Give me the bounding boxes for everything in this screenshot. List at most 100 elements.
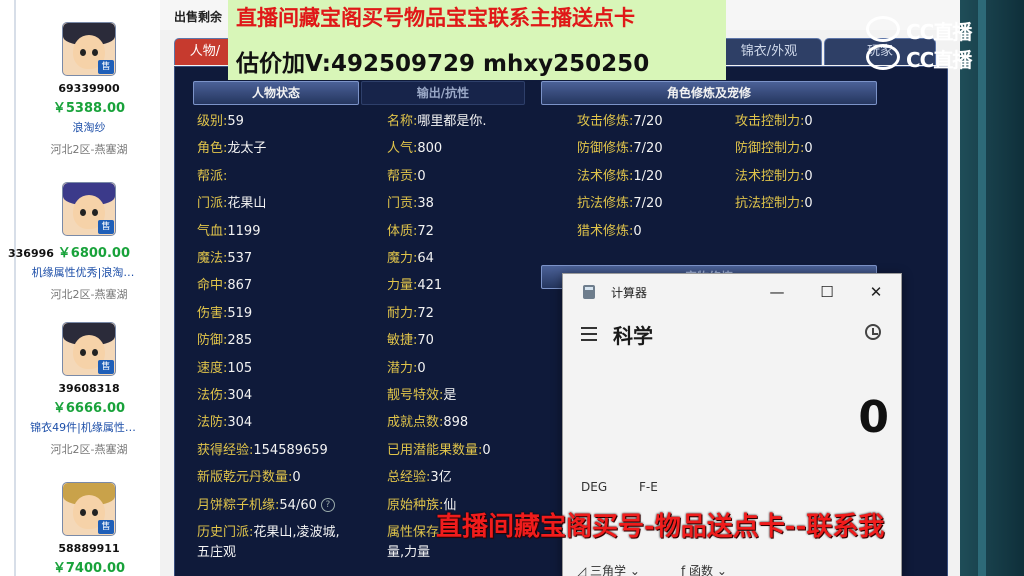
stat-label: 已用潜能果数量: [387, 442, 483, 458]
stat-row: 法术控制力:0 [735, 168, 813, 186]
sidebar-divider [14, 0, 16, 576]
stat-value: 哪里都是你. [417, 114, 487, 129]
minimize-button[interactable]: — [757, 278, 797, 306]
section-output-resistance[interactable]: 输出/抗性 [361, 81, 525, 105]
sale-badge: 售 [98, 520, 114, 534]
stat-value: 1199 [227, 223, 261, 239]
listing-server: 河北2区-燕塞湖 [50, 443, 128, 456]
listing-desc[interactable]: 机缘属性优秀|浪淘… [8, 264, 158, 280]
stat-value: 3亿 [430, 470, 452, 486]
stat-row: 体质:72 [387, 223, 434, 241]
watermark-text: CC直播 [906, 20, 972, 44]
stat-label: 防御: [197, 333, 228, 349]
history-icon[interactable] [865, 324, 881, 340]
tab-outfit[interactable]: 锦衣/外观 [716, 38, 822, 65]
stat-row: 法防:304 [197, 414, 252, 432]
stat-row: 猎术修炼:0 [577, 223, 642, 241]
stat-label: 月饼粽子机缘: [197, 497, 280, 513]
stat-label: 抗法控制力: [735, 196, 805, 212]
stat-row: 伤害:519 [197, 305, 252, 323]
listing-item[interactable]: 售 69339900 ￥5388.00 浪淘纱 河北2区-燕塞湖 [20, 22, 158, 157]
stat-value: 7/20 [633, 114, 663, 129]
stat-row: 月饼粽子机缘:54/60? [197, 497, 335, 515]
tab-character[interactable]: 人物/ [174, 38, 236, 65]
stat-value: 70 [417, 333, 434, 349]
stat-value: 0 [804, 168, 813, 184]
stat-label: 法术控制力: [735, 168, 805, 184]
stat-row: 魔力:64 [387, 250, 434, 268]
stat-label: 魔力: [387, 251, 418, 266]
angle-unit-button[interactable]: DEG [581, 480, 607, 494]
stat-row: 帮派: [197, 168, 227, 186]
stat-label: 门派: [197, 196, 228, 212]
character-avatar[interactable]: 售 [62, 182, 116, 236]
stat-value: 64 [417, 251, 434, 266]
listing-item[interactable]: 售 39608318 ￥6666.00 锦衣49件|机缘属性… 河北2区-燕塞湖 [20, 322, 158, 457]
stat-label: 攻击修炼: [577, 114, 634, 129]
stat-value: 0 [417, 168, 426, 184]
stat-row: 获得经验:154589659 [197, 442, 328, 460]
stat-row: 门贡:38 [387, 195, 434, 213]
function-dropdown[interactable]: ƒ 函数 ⌄ [681, 562, 727, 576]
help-icon[interactable]: ? [320, 498, 335, 513]
listing-desc[interactable]: 浪淘纱 [20, 119, 158, 135]
stat-row: 人气:800 [387, 140, 442, 158]
section-character-status[interactable]: 人物状态 [193, 81, 359, 105]
calculator-display: 0 [858, 392, 889, 443]
stat-value: 量,力量 [387, 545, 431, 560]
sale-remaining-label: 出售剩余 [174, 10, 223, 24]
stat-value: 285 [227, 333, 253, 349]
listing-price: ￥6666.00 [52, 401, 126, 416]
stat-label: 总经验: [387, 470, 431, 486]
stat-value: 898 [443, 415, 469, 431]
close-button[interactable]: ✕ [856, 278, 896, 306]
stat-row: 气血:1199 [197, 223, 260, 241]
stat-row: 已用潜能果数量:0 [387, 442, 491, 460]
listing-price: ￥5388.00 [52, 101, 126, 116]
stat-label: 名称: [387, 114, 418, 129]
maximize-button[interactable]: ☐ [807, 278, 847, 306]
stat-label: 气血: [197, 223, 228, 239]
stat-value: 1/20 [633, 168, 663, 184]
stat-value: 38 [417, 196, 434, 212]
character-avatar[interactable]: 售 [62, 482, 116, 536]
stat-row: 力量:421 [387, 277, 442, 295]
stat-label: 人气: [387, 141, 418, 157]
stat-value: 421 [417, 278, 443, 294]
stat-value: 0 [804, 196, 813, 212]
stat-value: 154589659 [253, 442, 328, 458]
fe-button[interactable]: F-E [639, 480, 658, 494]
stat-row: 敏捷:70 [387, 332, 434, 350]
hamburger-menu-icon[interactable] [581, 327, 597, 341]
cc-logo-icon [866, 16, 900, 42]
stat-value: 五庄观 [197, 545, 237, 560]
stat-value: 537 [227, 251, 253, 266]
calculator-mode-title: 科学 [613, 324, 653, 348]
stat-row: 防御:285 [197, 332, 252, 350]
character-avatar[interactable]: 售 [62, 22, 116, 76]
listing-item[interactable]: 售 336996 ￥6800.00 机缘属性优秀|浪淘… 河北2区-燕塞湖 [8, 182, 158, 302]
listing-price: ￥7400.00 [52, 561, 126, 576]
stat-row: 历史门派:花果山,凌波城, [197, 524, 340, 542]
stat-row: 防御控制力:0 [735, 140, 813, 158]
stat-value: 54/60 [279, 497, 317, 513]
stat-label: 新版乾元丹数量: [197, 470, 293, 486]
stat-value: 7/20 [633, 141, 663, 157]
stat-label: 角色: [197, 141, 228, 157]
stat-row: 魔法:537 [197, 250, 252, 268]
stat-value: 72 [417, 305, 434, 321]
listing-server: 河北2区-燕塞湖 [50, 143, 128, 156]
stat-label: 猎术修炼: [577, 223, 634, 239]
listing-item[interactable]: 售 58889911 ￥7400.00 [20, 482, 158, 576]
stat-row: 名称:哪里都是你. [387, 113, 487, 131]
stat-row: 量,力量 [387, 544, 430, 562]
stat-row: 级别:59 [197, 113, 244, 131]
calculator-titlebar[interactable]: 计算器 — ☐ ✕ [563, 274, 901, 310]
stat-label: 获得经验: [197, 442, 254, 458]
listing-sidebar: 售 69339900 ￥5388.00 浪淘纱 河北2区-燕塞湖 售 33699… [0, 0, 161, 576]
stat-value: 是 [443, 388, 457, 403]
trigonometry-dropdown[interactable]: ◿ 三角学 ⌄ [577, 562, 640, 576]
listing-desc[interactable]: 锦衣49件|机缘属性… [8, 419, 158, 435]
character-avatar[interactable]: 售 [62, 322, 116, 376]
stat-row: 角色:龙太子 [197, 140, 266, 158]
